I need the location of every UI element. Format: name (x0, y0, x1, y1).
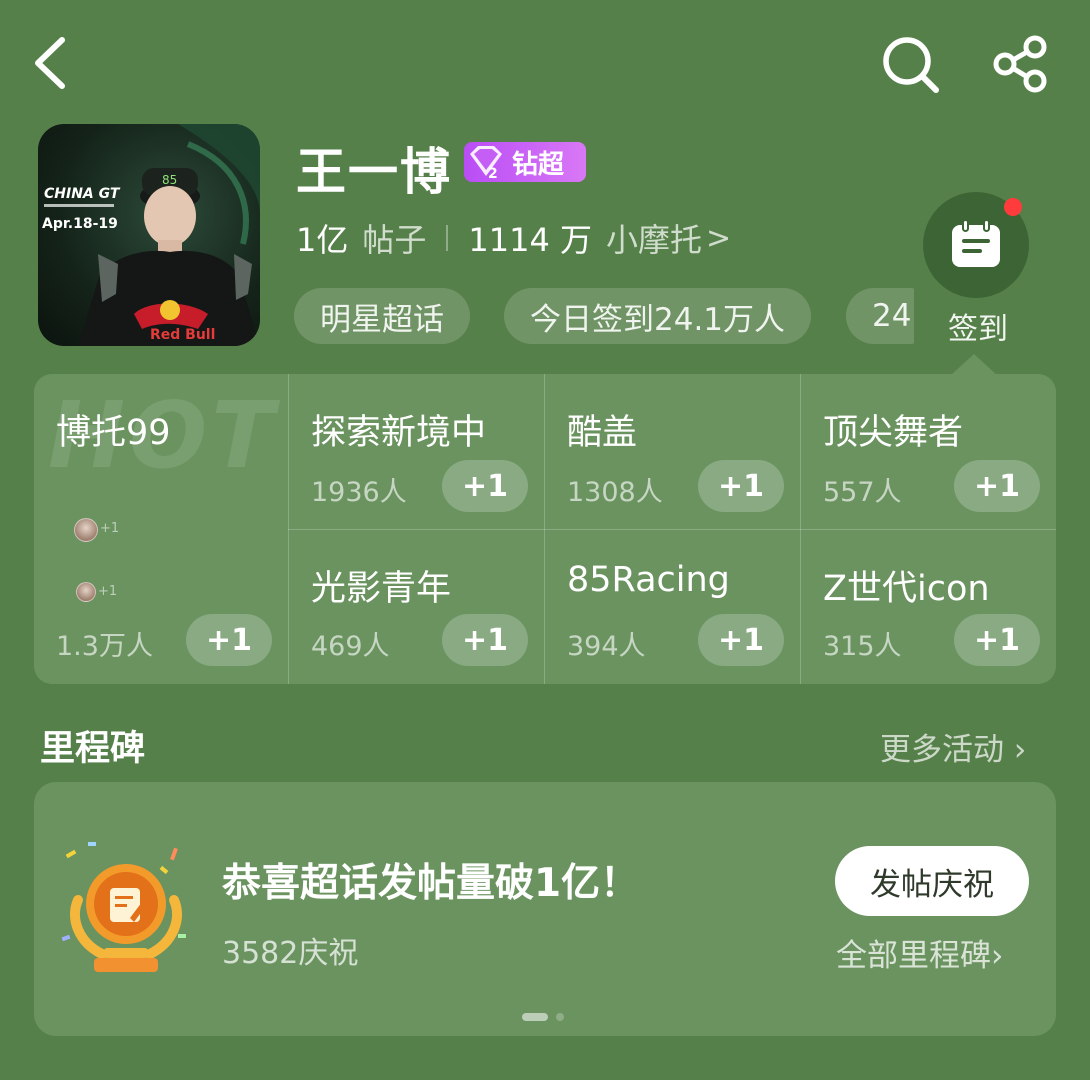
back-button[interactable] (28, 32, 78, 94)
topic-count: 469人 (311, 631, 390, 662)
stats-line: 1亿 帖子 1114 万 小摩托 > (296, 214, 731, 262)
cover-text-cap-number: 85 (162, 173, 177, 187)
topic-cover-image[interactable]: Red Bull 85 CHINA GT Apr.18-19 (38, 124, 260, 346)
cover-text-redbull: Red Bull (150, 327, 215, 343)
checkin-label[interactable]: 签到 (948, 304, 1008, 348)
more-activities-link[interactable]: 更多活动 › (880, 724, 1026, 769)
milestone-section-title: 里程碑 (40, 729, 146, 769)
chip-partial[interactable]: 24 (846, 288, 914, 344)
milestone-headline: 恭喜超话发帖量破1亿！ (222, 861, 640, 906)
topic-count: 1308人 (567, 477, 663, 508)
topic-name: 顶尖舞者 (823, 413, 964, 453)
plus-one-button[interactable]: +1 (954, 614, 1040, 666)
level-badge-label: 钻超 (512, 149, 565, 180)
chip-checkin-count[interactable]: 今日签到24.1万人 (504, 288, 812, 344)
mini-plus: +1 (98, 584, 118, 599)
topic-name: 博托99 (56, 413, 171, 453)
diamond-icon: 2 (470, 146, 502, 182)
topic-grid: HOT 博托99 +1 +1 1.3万人 +1 探索新境中 1936人 +1 酷… (34, 374, 1056, 684)
stats-divider (446, 225, 449, 251)
plus-one-button[interactable]: +1 (186, 614, 272, 666)
cover-text-championship: CHINA GT (44, 186, 121, 202)
topic-count: 1.3万人 (56, 631, 153, 662)
calendar-icon (952, 219, 1000, 267)
celebration-count: 3582庆祝 (222, 936, 359, 971)
share-icon (993, 35, 1047, 93)
chip-row: 明星超话 今日签到24.1万人 24 (292, 280, 914, 352)
page-title: 王一博 (296, 143, 452, 201)
topic-name: 光影青年 (311, 569, 452, 609)
topic-name: 酷盖 (567, 413, 638, 453)
level-number: 2 (488, 166, 498, 182)
mini-plus: +1 (100, 521, 120, 536)
plus-one-button[interactable]: +1 (954, 460, 1040, 512)
topic-cell[interactable]: 探索新境中 1936人 +1 (289, 374, 544, 529)
plus-one-button[interactable]: +1 (698, 460, 784, 512)
notification-dot (1004, 198, 1022, 216)
avatar (74, 518, 98, 542)
share-button[interactable] (990, 34, 1052, 96)
plus-one-button[interactable]: +1 (442, 460, 528, 512)
level-badge[interactable]: 2 钻超 (464, 142, 586, 182)
topic-count: 557人 (823, 477, 902, 508)
topic-cell[interactable]: 85Racing 394人 +1 (545, 530, 800, 684)
topic-cell[interactable]: 顶尖舞者 557人 +1 (801, 374, 1056, 529)
posts-label: 帖子 (362, 221, 427, 259)
all-milestones-link[interactable]: 全部里程碑› (836, 930, 1003, 975)
topic-cell[interactable]: 酷盖 1308人 +1 (545, 374, 800, 529)
back-arrow-icon (35, 37, 65, 89)
plus-one-button[interactable]: +1 (442, 614, 528, 666)
topic-featured[interactable]: HOT 博托99 +1 +1 1.3万人 +1 (34, 374, 288, 684)
followers-label[interactable]: 小摩托 (606, 215, 702, 261)
topic-name: 探索新境中 (311, 413, 487, 453)
posts-count: 1亿 (296, 221, 349, 259)
cover-text-date: Apr.18-19 (42, 216, 118, 232)
topic-cell[interactable]: Z世代icon 315人 +1 (801, 530, 1056, 684)
topic-cell[interactable]: 光影青年 469人 +1 (289, 530, 544, 684)
search-button[interactable] (880, 34, 942, 96)
topic-name: Z世代icon (823, 569, 990, 609)
followers-count[interactable]: 1114 万 (468, 215, 592, 261)
topic-name: 85Racing (567, 560, 730, 600)
post-celebrate-button[interactable]: 发帖庆祝 (835, 846, 1029, 916)
topic-count: 394人 (567, 631, 646, 662)
topic-count: 1936人 (311, 477, 407, 508)
pager-dot (556, 1013, 564, 1021)
avatar (76, 582, 96, 602)
trophy-icon (60, 838, 192, 978)
pager-dot-active (522, 1013, 548, 1021)
tooltip-pointer (950, 354, 998, 376)
topic-count: 315人 (823, 631, 902, 662)
plus-one-button[interactable]: +1 (698, 614, 784, 666)
chevron-right-icon: > (706, 220, 732, 256)
search-icon (883, 37, 939, 93)
chip-star-topic[interactable]: 明星超话 (294, 288, 470, 344)
